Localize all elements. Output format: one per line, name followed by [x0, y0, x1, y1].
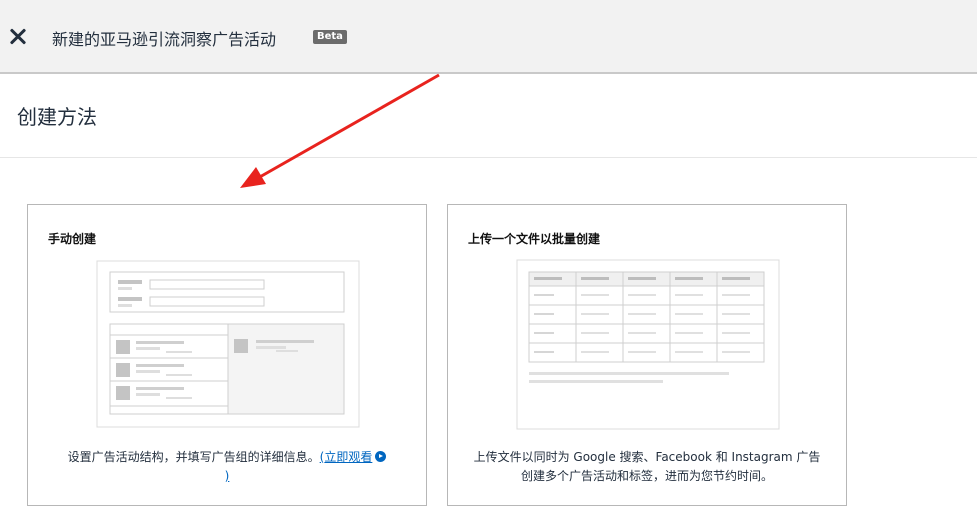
- card-description: 上传文件以同时为 Google 搜索、Facebook 和 Instagram …: [448, 448, 846, 486]
- bulk-upload-card[interactable]: 上传一个文件以批量创建 上传文件以同时为 Google 搜索、Facebook …: [447, 204, 847, 506]
- watch-now-link[interactable]: (立即观看: [320, 450, 373, 464]
- play-icon[interactable]: [375, 451, 387, 462]
- watch-now-label: 立即观看: [324, 450, 373, 464]
- manual-create-card[interactable]: 手动创建 设置广告活动结构，并填写广告组的详细信息。(立即观看 ): [27, 204, 427, 506]
- card-title: 上传一个文件以批量创建: [468, 232, 601, 246]
- link-close-paren[interactable]: ): [225, 469, 230, 483]
- description-line-2: 创建多个广告活动和标签，进而为您节约时间。: [520, 469, 773, 483]
- description-line-1: 上传文件以同时为 Google 搜索、Facebook 和 Instagram …: [473, 450, 821, 464]
- card-description: 设置广告活动结构，并填写广告组的详细信息。(立即观看 ): [28, 448, 426, 486]
- manual-create-illustration: [96, 260, 360, 428]
- spreadsheet-illustration: [516, 259, 780, 430]
- card-title: 手动创建: [48, 232, 97, 246]
- arrow-head: [240, 167, 266, 188]
- arrow-shaft: [257, 73, 440, 180]
- description-text: 设置广告活动结构，并填写广告组的详细信息。: [67, 450, 320, 464]
